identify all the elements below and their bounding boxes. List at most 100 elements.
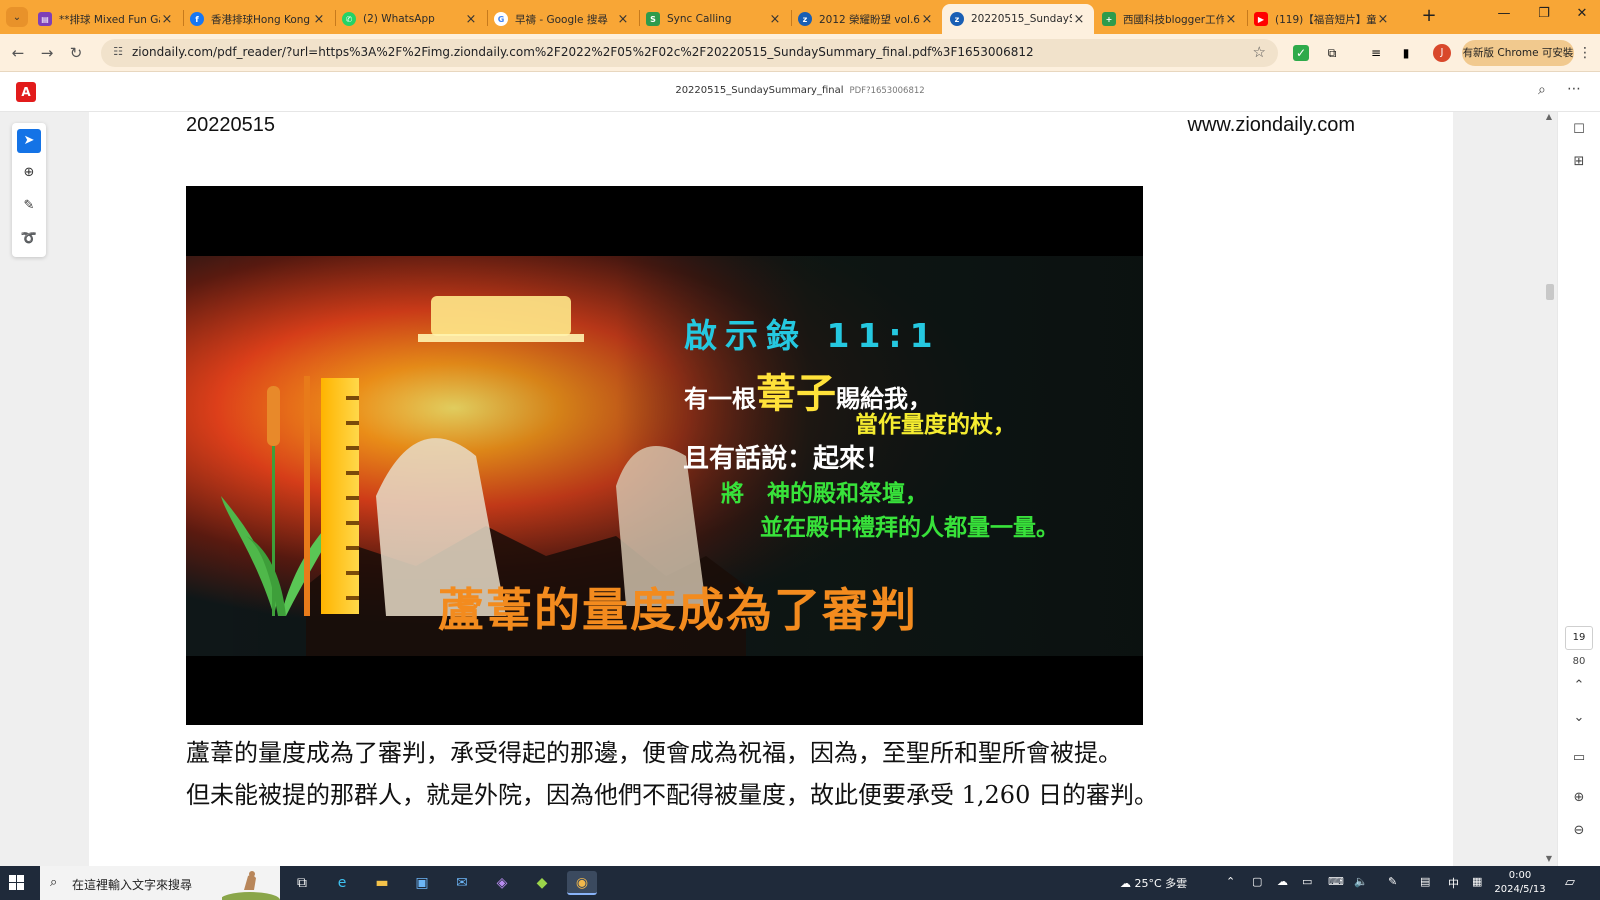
forward-icon[interactable]: →	[37, 43, 57, 63]
profile-avatar[interactable]: J	[1433, 44, 1451, 62]
forms-icon: ▤	[38, 12, 52, 26]
highlight-pen-icon[interactable]: ✎	[17, 194, 41, 218]
windows-start-icon[interactable]	[9, 875, 25, 891]
tab-sync-calling[interactable]: S Sync Calling ×	[638, 4, 790, 34]
page-fit-icon[interactable]: ▭	[1567, 746, 1591, 770]
close-icon[interactable]: ×	[616, 12, 630, 27]
taskbar-search[interactable]: ⌕ 在這裡輸入文字來搜尋	[40, 866, 280, 900]
browser-toolbar: ← → ↻ ☷ ziondaily.com/pdf_reader/?url=ht…	[0, 34, 1600, 72]
chrome-taskbar-icon[interactable]: ◉	[567, 871, 597, 895]
new-tab-button[interactable]: +	[1418, 7, 1440, 27]
site-info-icon[interactable]: ☷	[111, 45, 125, 59]
plus-icon: +	[1102, 12, 1116, 26]
close-icon[interactable]: ×	[464, 12, 478, 27]
lasso-draw-icon[interactable]: ➰	[17, 227, 41, 251]
check-extension-icon[interactable]: ✓	[1293, 45, 1309, 61]
extensions-puzzle-icon[interactable]: ⧉	[1322, 43, 1342, 63]
system-clock[interactable]: 0:00 2024/5/13	[1490, 869, 1550, 897]
ime-indicator[interactable]: 中	[1448, 875, 1459, 891]
media-control-icon[interactable]: ≡	[1366, 43, 1386, 63]
close-icon[interactable]: ×	[1072, 12, 1086, 27]
close-icon[interactable]: ×	[160, 12, 174, 27]
keyboard-icon[interactable]: ▤	[1420, 875, 1430, 888]
select-cursor-icon[interactable]: ➤	[17, 129, 41, 153]
pdf-tool-rail: ➤ ⊕ ✎ ➰	[12, 123, 46, 257]
file-explorer-icon[interactable]: ▬	[367, 871, 397, 895]
next-page-icon[interactable]: ⌄	[1567, 706, 1591, 730]
slide-line-4: 將 神的殿和祭壇，	[721, 481, 928, 507]
tab-search-button[interactable]: ⌄	[6, 7, 28, 27]
slide-title: 啟示錄 11:1	[684, 316, 941, 355]
pdf-canvas: 20220515 www.ziondaily.com 啟示錄 11:1 有一根葦…	[0, 112, 1600, 866]
weather-widget[interactable]: ☁ 25°C 多雲	[1120, 875, 1187, 891]
battery-icon[interactable]: ▭	[1302, 875, 1312, 888]
zoom-out-icon[interactable]: ⊖	[1567, 819, 1591, 843]
chrome-menu-icon[interactable]: ⋮	[1576, 43, 1594, 63]
pdf-scrollbar[interactable]: ▲ ▼	[1543, 112, 1555, 866]
search-icon[interactable]: ⌕	[1538, 82, 1546, 98]
tab-title: **排球 Mixed Fun Ga	[59, 13, 160, 26]
pen-icon[interactable]: ✎	[1388, 875, 1397, 888]
facebook-icon: f	[190, 12, 204, 26]
side-panel-icon[interactable]: ▮	[1396, 43, 1416, 63]
scroll-down-icon[interactable]: ▼	[1543, 854, 1555, 863]
previous-page-icon[interactable]: ⌃	[1567, 674, 1591, 698]
current-page-field[interactable]: 19	[1565, 626, 1593, 650]
url-text[interactable]: ziondaily.com/pdf_reader/?url=https%3A%2…	[132, 45, 1034, 59]
show-hidden-icons-icon[interactable]: ⌃	[1226, 875, 1235, 888]
comment-add-icon[interactable]: ⊕	[17, 161, 41, 185]
pdf-page: 20220515 www.ziondaily.com 啟示錄 11:1 有一根葦…	[89, 112, 1453, 866]
address-bar[interactable]: ☷ ziondaily.com/pdf_reader/?url=https%3A…	[101, 39, 1278, 67]
network-icon[interactable]: ⌨	[1328, 875, 1344, 888]
android-studio-icon[interactable]: ◆	[527, 871, 557, 895]
chrome-update-button[interactable]: 有新版 Chrome 可安裝	[1462, 40, 1574, 66]
tab-strip: ⌄ ▤ **排球 Mixed Fun Ga × f 香港排球Hong Kong …	[0, 0, 1600, 34]
close-icon[interactable]: ×	[920, 12, 934, 27]
tray-app-icon[interactable]: ▢	[1252, 875, 1262, 888]
mail-icon[interactable]: ✉	[447, 871, 477, 895]
close-icon[interactable]: ×	[312, 12, 326, 27]
restore-icon[interactable]: ❐	[1524, 6, 1564, 28]
microsoft-store-icon[interactable]: ▣	[407, 871, 437, 895]
sync-icon: S	[646, 12, 660, 26]
reload-icon[interactable]: ↻	[66, 43, 86, 63]
clock-date: 2024/5/13	[1494, 884, 1546, 895]
page-header-date: 20220515	[186, 114, 275, 136]
media-player-icon[interactable]: ◈	[487, 871, 517, 895]
comments-icon[interactable]: ☐	[1567, 118, 1591, 142]
task-view-icon[interactable]: ⧉	[287, 871, 317, 895]
back-icon[interactable]: ←	[8, 43, 28, 63]
more-options-icon[interactable]: ⋯	[1567, 81, 1581, 97]
windows-taskbar: ⌕ 在這裡輸入文字來搜尋 ⧉ e ▬ ▣ ✉ ◈ ◆ ◉ ☁ 25°C 多雲 ⌃…	[0, 866, 1600, 900]
tab-facebook[interactable]: f 香港排球Hong Kong ×	[182, 4, 334, 34]
tab-title: Sync Calling	[667, 13, 732, 25]
tab-blogger[interactable]: + 西國科技blogger工作 ×	[1094, 4, 1246, 34]
zoom-in-icon[interactable]: ⊕	[1567, 786, 1591, 810]
zion-icon: z	[950, 12, 964, 26]
volume-icon[interactable]: 🔈	[1354, 875, 1368, 888]
tab-sunday-summary-active[interactable]: z 20220515_SundayS ×	[942, 4, 1094, 34]
slide-line-5: 並在殿中禮拜的人都量一量。	[760, 515, 1059, 541]
scroll-up-icon[interactable]: ▲	[1543, 112, 1555, 121]
minimize-icon[interactable]: —	[1484, 6, 1524, 28]
tab-whatsapp[interactable]: ✆ (2) WhatsApp ×	[334, 4, 486, 34]
notification-center-icon[interactable]: ▱	[1565, 875, 1575, 890]
edge-icon[interactable]: e	[327, 871, 357, 895]
close-icon[interactable]: ×	[1224, 12, 1238, 27]
tab-mixed-fun[interactable]: ▤ **排球 Mixed Fun Ga ×	[30, 4, 182, 34]
tab-google-search[interactable]: G 早禱 - Google 搜尋 ×	[486, 4, 638, 34]
bookmark-star-icon[interactable]: ☆	[1253, 43, 1266, 61]
thumbnails-grid-icon[interactable]: ⊞	[1567, 150, 1591, 174]
tab-youtube[interactable]: ▶ (119)【福音短片】童 ×	[1246, 4, 1398, 34]
onedrive-icon[interactable]: ☁	[1277, 875, 1288, 888]
tab-title: 20220515_SundayS	[971, 13, 1072, 25]
close-icon[interactable]: ×	[1376, 12, 1390, 27]
close-window-icon[interactable]: ✕	[1562, 6, 1600, 28]
taskbar-search-placeholder[interactable]: 在這裡輸入文字來搜尋	[72, 876, 192, 893]
ime-mode-icon[interactable]: ▦	[1472, 875, 1482, 888]
tab-ziondaily-2012[interactable]: z 2012 榮耀盼望 vol.6 ×	[790, 4, 942, 34]
tab-title: 西國科技blogger工作	[1123, 13, 1224, 26]
tab-title: 早禱 - Google 搜尋	[515, 13, 608, 26]
scroll-thumb[interactable]	[1546, 284, 1554, 300]
close-icon[interactable]: ×	[768, 12, 782, 27]
